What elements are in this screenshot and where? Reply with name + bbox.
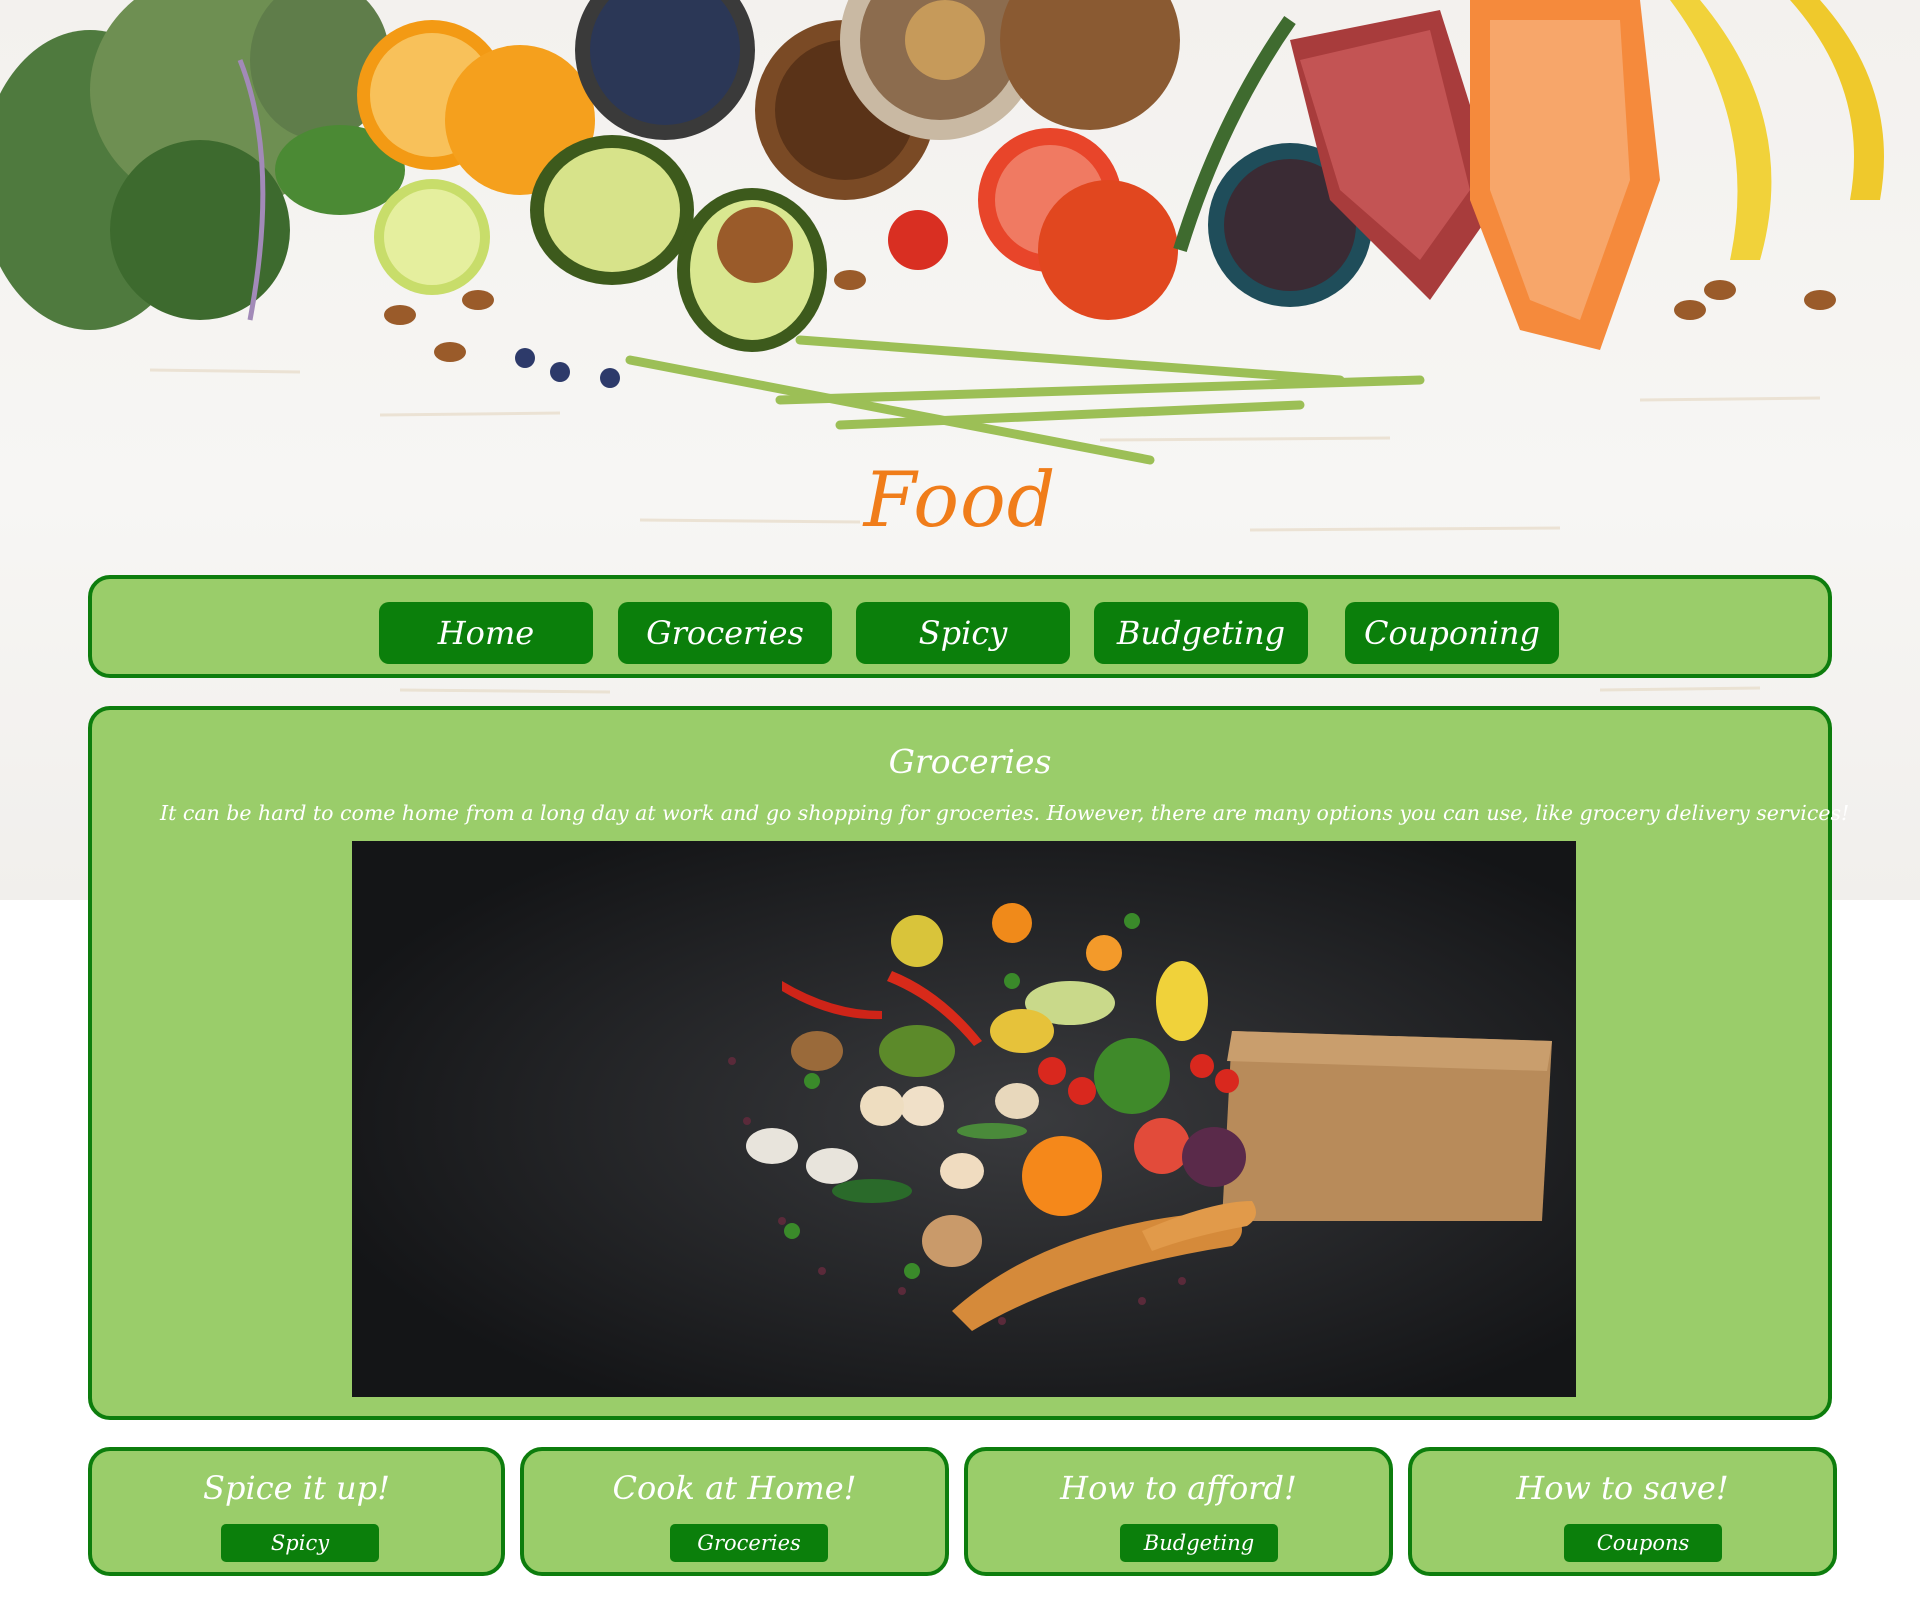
nav-groceries-button[interactable]: Groceries bbox=[618, 602, 832, 664]
site-title: Food bbox=[863, 455, 1057, 544]
card-title: How to save! bbox=[1516, 1469, 1729, 1507]
card-spicy: Spice it up! Spicy bbox=[88, 1447, 505, 1576]
section-heading: Groceries bbox=[888, 742, 1052, 781]
nav-spicy-button[interactable]: Spicy bbox=[856, 602, 1070, 664]
main-navigation: Home Groceries Spicy Budgeting Couponing bbox=[88, 575, 1832, 678]
section-description: It can be hard to come home from a long … bbox=[160, 801, 1850, 825]
card-budgeting: How to afford! Budgeting bbox=[964, 1447, 1393, 1576]
card-coupons: How to save! Coupons bbox=[1408, 1447, 1837, 1576]
groceries-image bbox=[352, 841, 1576, 1397]
nav-couponing-button[interactable]: Couponing bbox=[1345, 602, 1559, 664]
nav-home-button[interactable]: Home bbox=[379, 602, 593, 664]
nav-budgeting-button[interactable]: Budgeting bbox=[1094, 602, 1308, 664]
card-groceries: Cook at Home! Groceries bbox=[520, 1447, 949, 1576]
card-coupons-button[interactable]: Coupons bbox=[1564, 1524, 1722, 1562]
card-title: How to afford! bbox=[1060, 1469, 1297, 1507]
card-title: Cook at Home! bbox=[612, 1469, 857, 1507]
main-content-panel: Groceries It can be hard to come home fr… bbox=[88, 706, 1850, 1420]
card-groceries-button[interactable]: Groceries bbox=[670, 1524, 828, 1562]
card-budgeting-button[interactable]: Budgeting bbox=[1120, 1524, 1278, 1562]
card-spicy-button[interactable]: Spicy bbox=[221, 1524, 379, 1562]
card-title: Spice it up! bbox=[203, 1469, 390, 1507]
grocery-bag-illustration bbox=[352, 841, 1576, 1397]
